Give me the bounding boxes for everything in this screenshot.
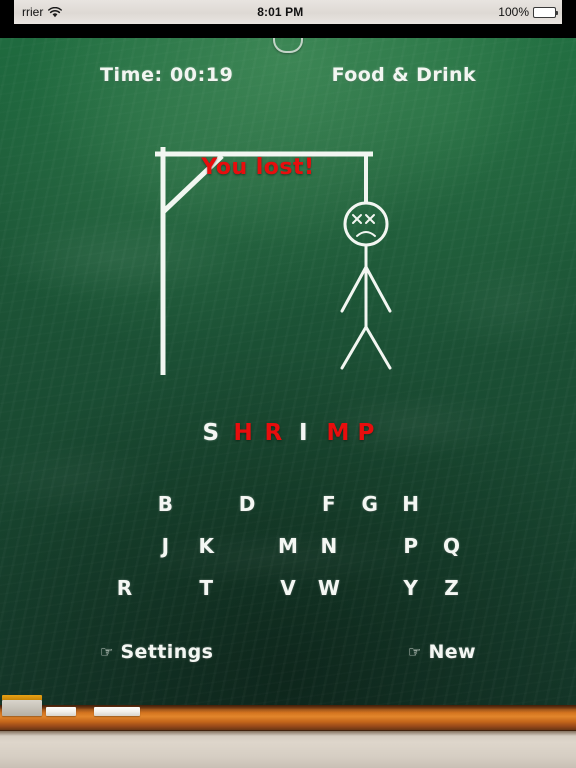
status-bar-clock: 8:01 PM bbox=[257, 5, 304, 19]
bezel-top bbox=[0, 24, 576, 38]
pointing-hand-icon: ☞ bbox=[408, 642, 422, 661]
gallows-drawing bbox=[155, 147, 392, 375]
hud-bar: Time: 00:19 Food & Drink bbox=[0, 60, 576, 90]
carrier-label: rrier bbox=[22, 5, 44, 19]
desk-surface bbox=[0, 731, 576, 768]
footer-bar: ☞ Settings ☞ New bbox=[0, 635, 576, 669]
chalk-tray bbox=[0, 705, 576, 731]
battery-percent-label: 100% bbox=[498, 5, 529, 19]
device-screen: rrier 8:01 PM 100% Time: 00:19 Food & Dr… bbox=[0, 0, 576, 768]
tray-lip bbox=[0, 705, 576, 709]
word-letter: I bbox=[298, 420, 309, 446]
word-letter: P bbox=[357, 420, 375, 446]
word-display: SHRIMP bbox=[0, 420, 576, 446]
word-letter: S bbox=[202, 420, 220, 446]
battery-icon bbox=[533, 6, 558, 18]
category-label: Food & Drink bbox=[331, 64, 476, 86]
timer-label: Time: 00:19 bbox=[100, 64, 234, 86]
key-r[interactable]: R bbox=[107, 571, 141, 605]
word-letter: R bbox=[264, 420, 283, 446]
hangman-eye-left-x bbox=[352, 214, 362, 224]
hangman-mouth-frown bbox=[356, 231, 376, 237]
key-b[interactable]: B bbox=[148, 487, 182, 521]
hangman-eye-right-x bbox=[365, 214, 375, 224]
pointing-hand-icon: ☞ bbox=[100, 642, 114, 661]
gallows-brace bbox=[161, 154, 224, 214]
status-bar-right: 100% bbox=[498, 5, 558, 19]
key-z[interactable]: Z bbox=[435, 571, 469, 605]
key-w[interactable]: W bbox=[312, 571, 346, 605]
key-d[interactable]: D bbox=[230, 487, 264, 521]
settings-button-label: Settings bbox=[120, 641, 214, 663]
eraser-felt bbox=[2, 695, 42, 700]
key-g[interactable]: G bbox=[353, 487, 387, 521]
desk-shadow bbox=[0, 731, 576, 736]
word-letter: H bbox=[233, 420, 254, 446]
board-hook-icon bbox=[273, 38, 303, 53]
settings-button[interactable]: ☞ Settings bbox=[100, 641, 213, 663]
new-game-button[interactable]: ☞ New bbox=[408, 641, 476, 663]
key-m[interactable]: M bbox=[271, 529, 305, 563]
new-game-button-label: New bbox=[428, 641, 476, 663]
hangman-leg-right bbox=[364, 325, 392, 370]
key-y[interactable]: Y bbox=[394, 571, 428, 605]
hangman-arm-left bbox=[340, 265, 368, 313]
key-q[interactable]: Q bbox=[435, 529, 469, 563]
key-h[interactable]: H bbox=[394, 487, 428, 521]
hangman-leg-left bbox=[340, 325, 368, 370]
ios-status-bar: rrier 8:01 PM 100% bbox=[14, 0, 562, 24]
key-v[interactable]: V bbox=[271, 571, 305, 605]
key-p[interactable]: P bbox=[394, 529, 428, 563]
key-j[interactable]: J bbox=[148, 529, 182, 563]
chalk-eraser bbox=[2, 695, 42, 716]
letter-keyboard[interactable]: ABCDEFGHIJKLMNOPQRSTUVWXYZ bbox=[104, 483, 472, 609]
key-f[interactable]: F bbox=[312, 487, 346, 521]
word-letter: M bbox=[326, 420, 350, 446]
wifi-icon bbox=[48, 6, 63, 17]
chalk-stick bbox=[94, 707, 140, 716]
chalk-stick bbox=[46, 707, 76, 716]
key-k[interactable]: K bbox=[189, 529, 223, 563]
hangman-arm-right bbox=[364, 265, 392, 313]
key-t[interactable]: T bbox=[189, 571, 223, 605]
status-bar-left: rrier bbox=[22, 5, 63, 19]
key-n[interactable]: N bbox=[312, 529, 346, 563]
